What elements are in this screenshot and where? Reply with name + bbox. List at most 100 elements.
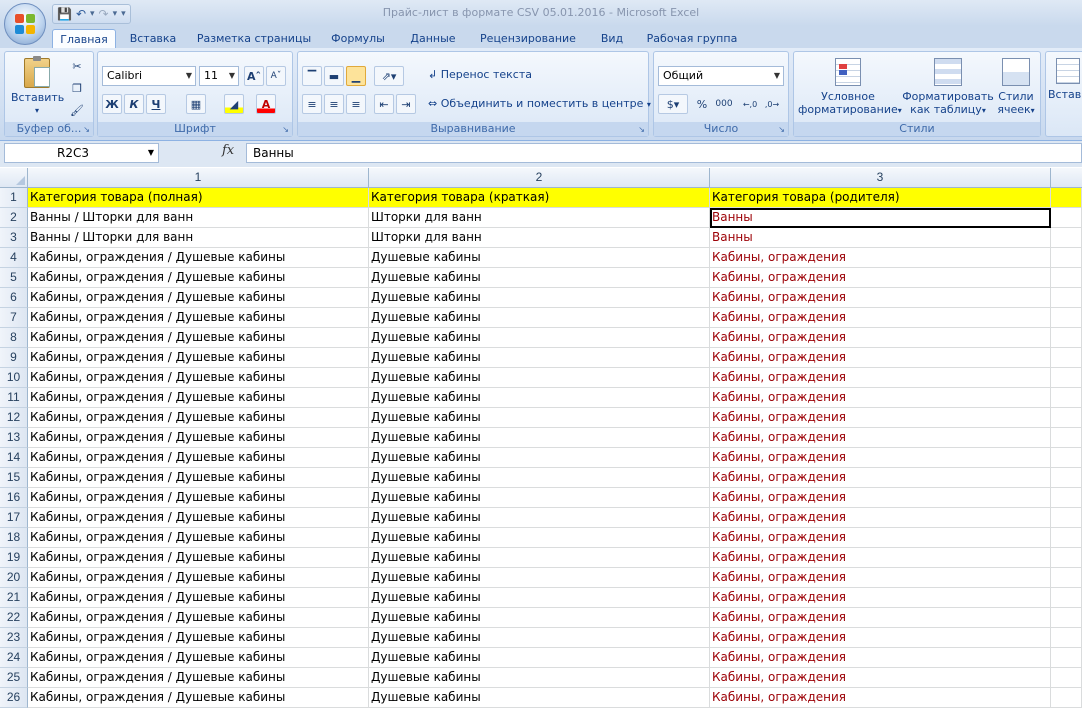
underline-button[interactable]: Ч <box>146 94 166 114</box>
fill-color-icon[interactable]: ◢ <box>224 94 244 114</box>
cell-col-4[interactable] <box>1051 268 1082 288</box>
cell-col-2[interactable]: Душевые кабины <box>369 288 710 308</box>
cell-col-4[interactable] <box>1051 568 1082 588</box>
cell-col-2[interactable]: Категория товара (краткая) <box>369 188 710 208</box>
align-center-icon[interactable]: ≡ <box>324 94 344 114</box>
increase-decimal-icon[interactable]: ←,0 <box>740 94 760 114</box>
row-header[interactable]: 25 <box>0 668 28 688</box>
row-header[interactable]: 16 <box>0 488 28 508</box>
cell-col-2[interactable]: Душевые кабины <box>369 608 710 628</box>
align-left-icon[interactable]: ≡ <box>302 94 322 114</box>
row-header[interactable]: 20 <box>0 568 28 588</box>
cell-col-4[interactable] <box>1051 688 1082 708</box>
cell-col-3[interactable]: Кабины, ограждения <box>710 268 1051 288</box>
merge-center-button[interactable]: ⇔ Объединить и поместить в центре ▾ <box>428 97 651 111</box>
cell-col-1[interactable]: Кабины, ограждения / Душевые кабины <box>28 408 369 428</box>
wrap-text-button[interactable]: ↲ Перенос текста <box>428 68 532 81</box>
tab-insert[interactable]: Вставка <box>122 29 184 48</box>
percent-button[interactable]: % <box>692 94 712 114</box>
cell-col-4[interactable] <box>1051 648 1082 668</box>
cell-col-3[interactable]: Кабины, ограждения <box>710 468 1051 488</box>
italic-button[interactable]: К <box>124 94 144 114</box>
cell-col-1[interactable]: Кабины, ограждения / Душевые кабины <box>28 508 369 528</box>
tab-workgroup[interactable]: Рабочая группа <box>640 29 744 48</box>
cell-col-1[interactable]: Кабины, ограждения / Душевые кабины <box>28 608 369 628</box>
row-header[interactable]: 15 <box>0 468 28 488</box>
row-header[interactable]: 18 <box>0 528 28 548</box>
cell-col-3[interactable]: Кабины, ограждения <box>710 428 1051 448</box>
cell-col-2[interactable]: Душевые кабины <box>369 348 710 368</box>
row-header[interactable]: 4 <box>0 248 28 268</box>
cell-col-3[interactable]: Кабины, ограждения <box>710 588 1051 608</box>
cell-col-4[interactable] <box>1051 428 1082 448</box>
cell-col-2[interactable]: Душевые кабины <box>369 688 710 708</box>
font-launcher-icon[interactable]: ↘ <box>282 125 289 134</box>
cell-col-3[interactable]: Кабины, ограждения <box>710 628 1051 648</box>
font-name-select[interactable]: Calibri ▼ <box>102 66 196 86</box>
row-header[interactable]: 14 <box>0 448 28 468</box>
tab-view[interactable]: Вид <box>592 29 632 48</box>
row-header[interactable]: 19 <box>0 548 28 568</box>
cell-col-1[interactable]: Кабины, ограждения / Душевые кабины <box>28 328 369 348</box>
cell-col-1[interactable]: Кабины, ограждения / Душевые кабины <box>28 648 369 668</box>
cell-col-4[interactable] <box>1051 548 1082 568</box>
cell-col-1[interactable]: Кабины, ограждения / Душевые кабины <box>28 468 369 488</box>
cell-col-3[interactable]: Кабины, ограждения <box>710 688 1051 708</box>
cell-col-4[interactable] <box>1051 508 1082 528</box>
cell-col-2[interactable]: Душевые кабины <box>369 668 710 688</box>
decrease-indent-icon[interactable]: ⇤ <box>374 94 394 114</box>
cell-col-1[interactable]: Кабины, ограждения / Душевые кабины <box>28 428 369 448</box>
insert-function-icon[interactable]: fx <box>222 143 234 158</box>
cell-col-1[interactable]: Ванны / Шторки для ванн <box>28 208 369 228</box>
cell-col-3[interactable]: Кабины, ограждения <box>710 248 1051 268</box>
cell-col-3[interactable]: Кабины, ограждения <box>710 368 1051 388</box>
cell-col-2[interactable]: Душевые кабины <box>369 448 710 468</box>
cell-col-1[interactable]: Кабины, ограждения / Душевые кабины <box>28 448 369 468</box>
conditional-formatting-button[interactable]: Условное форматирование▾ <box>798 56 902 117</box>
cell-col-2[interactable]: Душевые кабины <box>369 648 710 668</box>
row-header[interactable]: 23 <box>0 628 28 648</box>
cell-col-2[interactable]: Душевые кабины <box>369 628 710 648</box>
cell-col-4[interactable] <box>1051 588 1082 608</box>
cell-col-4[interactable] <box>1051 528 1082 548</box>
cell-col-3[interactable]: Кабины, ограждения <box>710 448 1051 468</box>
paste-button[interactable]: Вставить ▾ <box>11 56 64 115</box>
cell-col-1[interactable]: Кабины, ограждения / Душевые кабины <box>28 548 369 568</box>
cell-col-2[interactable]: Душевые кабины <box>369 548 710 568</box>
insert-cells-button[interactable]: Встав <box>1048 56 1082 101</box>
align-top-icon[interactable]: ▔ <box>302 66 322 86</box>
cell-col-1[interactable]: Ванны / Шторки для ванн <box>28 228 369 248</box>
cell-col-1[interactable]: Кабины, ограждения / Душевые кабины <box>28 248 369 268</box>
cell-col-1[interactable]: Кабины, ограждения / Душевые кабины <box>28 348 369 368</box>
row-header[interactable]: 12 <box>0 408 28 428</box>
column-header-3[interactable]: 3 <box>710 168 1051 187</box>
cell-col-3[interactable]: Кабины, ограждения <box>710 608 1051 628</box>
increase-indent-icon[interactable]: ⇥ <box>396 94 416 114</box>
row-header[interactable]: 21 <box>0 588 28 608</box>
cell-col-3[interactable]: Кабины, ограждения <box>710 408 1051 428</box>
format-as-table-button[interactable]: Форматировать как таблицу▾ <box>902 56 994 117</box>
cell-col-1[interactable]: Кабины, ограждения / Душевые кабины <box>28 588 369 608</box>
cell-col-3[interactable]: Кабины, ограждения <box>710 668 1051 688</box>
cell-col-2[interactable]: Душевые кабины <box>369 528 710 548</box>
row-header[interactable]: 17 <box>0 508 28 528</box>
cell-styles-button[interactable]: Стили ячеек▾ <box>994 56 1038 117</box>
format-painter-icon[interactable]: 🖌 <box>67 100 87 120</box>
cell-col-4[interactable] <box>1051 628 1082 648</box>
cell-col-2[interactable]: Душевые кабины <box>369 308 710 328</box>
thousands-separator-button[interactable]: 000 <box>714 94 734 114</box>
cell-col-4[interactable] <box>1051 208 1082 228</box>
cell-col-4[interactable] <box>1051 328 1082 348</box>
decrease-decimal-icon[interactable]: ,0→ <box>762 94 782 114</box>
row-header[interactable]: 24 <box>0 648 28 668</box>
row-header[interactable]: 13 <box>0 428 28 448</box>
cell-col-3[interactable]: Ванны <box>710 208 1051 228</box>
cell-col-2[interactable]: Душевые кабины <box>369 428 710 448</box>
borders-icon[interactable]: ▦ <box>186 94 206 114</box>
cell-col-4[interactable] <box>1051 448 1082 468</box>
grow-font-icon[interactable]: Aˆ <box>244 66 264 86</box>
cell-col-3[interactable]: Категория товара (родителя) <box>710 188 1051 208</box>
cell-col-1[interactable]: Кабины, ограждения / Душевые кабины <box>28 268 369 288</box>
cell-col-3[interactable]: Кабины, ограждения <box>710 288 1051 308</box>
cell-col-2[interactable]: Душевые кабины <box>369 588 710 608</box>
